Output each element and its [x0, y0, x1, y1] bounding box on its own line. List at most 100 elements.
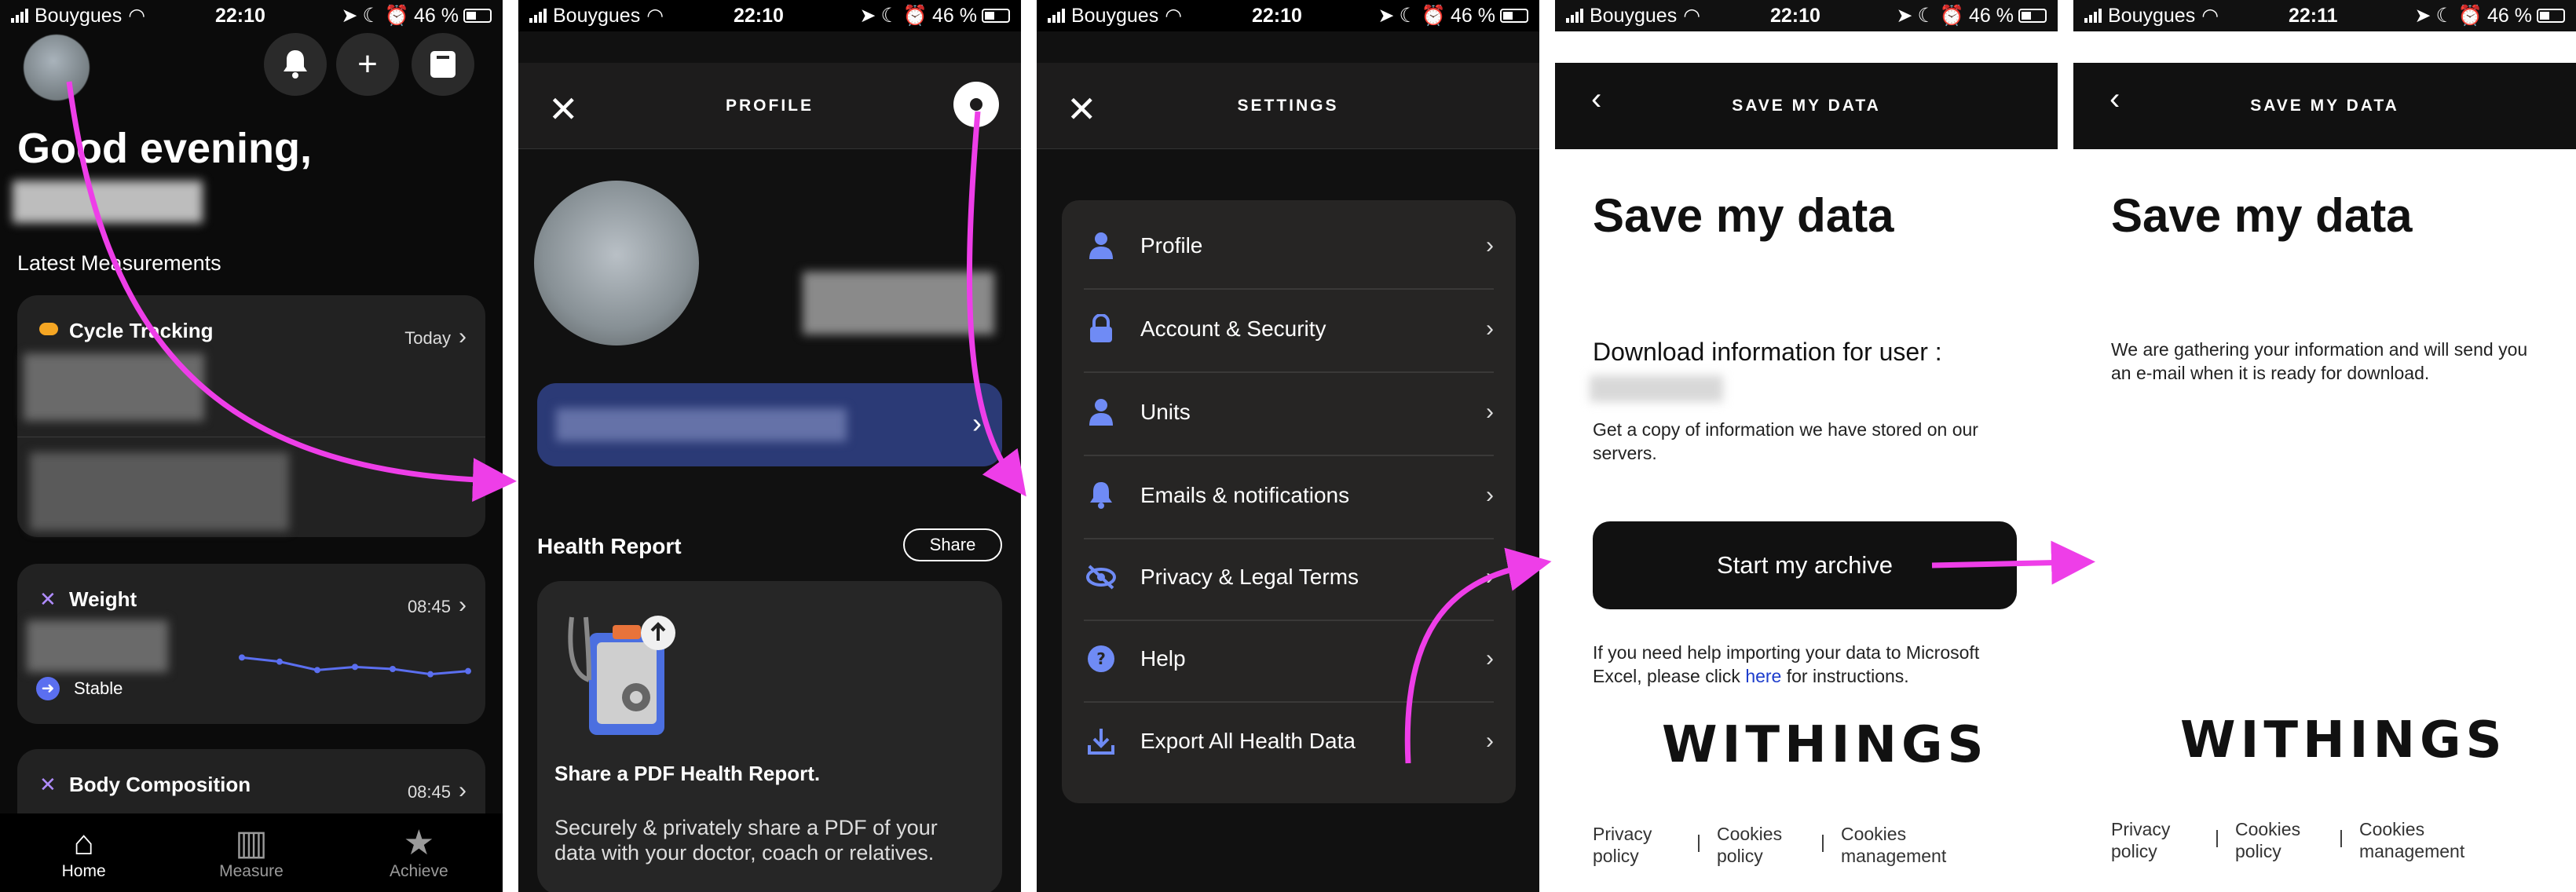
signal-icon — [1566, 9, 1583, 23]
battery-label: 46 % — [414, 4, 459, 27]
wifi-icon: ◠ — [1165, 5, 1183, 27]
cookies-policy-link[interactable]: Cookies policy — [2235, 818, 2323, 862]
chevron-right-icon: › — [1486, 232, 1494, 258]
withings-logo: WITHINGS — [1662, 716, 1989, 774]
clock: 22:10 — [734, 4, 784, 27]
carrier-label: Bouygues — [1071, 4, 1159, 27]
moon-icon: ☾ — [362, 5, 380, 27]
gear-icon[interactable] — [958, 86, 994, 122]
alarm-icon: ⏰ — [902, 4, 928, 27]
clock: 22:10 — [1770, 4, 1820, 27]
tab-achieve[interactable]: ★ Achieve — [364, 824, 474, 881]
user-email-redacted — [1590, 375, 1723, 402]
settings-item-label: Emails & notifications — [1140, 483, 1350, 507]
svg-text:?: ? — [1096, 649, 1106, 668]
add-button[interactable]: + — [336, 33, 399, 96]
avatar[interactable] — [534, 181, 699, 345]
tab-label: Measure — [219, 862, 284, 880]
status-bar: Bouygues ◠ 22:11 ➤ ☾ ⏰ 46 % — [2073, 0, 2576, 31]
subscription-banner[interactable]: › — [537, 383, 1002, 466]
status-bar: Bouygues ◠ 22:10 ➤ ☾ ⏰ 46 % — [0, 0, 503, 31]
chevron-right-icon: › — [1486, 399, 1494, 425]
card-title: Cycle Tracking — [69, 319, 214, 342]
star-icon: ★ — [403, 824, 435, 862]
divider: | — [2338, 827, 2344, 847]
settings-item-profile[interactable]: Profile › — [1084, 203, 1494, 290]
clock: 22:11 — [2289, 4, 2338, 27]
lock-icon — [1084, 312, 1118, 346]
bell-icon — [1084, 478, 1118, 513]
battery-icon — [2018, 9, 2047, 23]
banner-text-redacted — [556, 408, 847, 441]
health-report-card[interactable]: Share a PDF Health Report. Securely & pr… — [537, 581, 1002, 892]
plus-icon: + — [357, 45, 378, 83]
back-arrow-icon[interactable]: ‹ — [2109, 82, 2120, 117]
avatar[interactable] — [24, 35, 90, 101]
cycle-chart-redacted — [30, 452, 289, 531]
settings-item-emails-notifications[interactable]: Emails & notifications › — [1084, 453, 1494, 539]
home-screen: Bouygues ◠ 22:10 ➤ ☾ ⏰ 46 % + Good eveni… — [0, 0, 503, 892]
settings-item-export-all-health-data[interactable]: Export All Health Data › — [1084, 698, 1494, 784]
sparkline-point — [465, 667, 471, 674]
tab-label: Achieve — [389, 862, 448, 880]
privacy-policy-link[interactable]: Privacy policy — [2111, 818, 2199, 862]
chevron-right-icon: › — [459, 777, 467, 803]
cookies-management-link[interactable]: Cookies management — [2359, 818, 2485, 862]
sparkline-point — [239, 654, 245, 661]
tab-measure[interactable]: ▥ Measure — [196, 824, 306, 881]
eye-slash-icon — [1084, 560, 1118, 594]
settings-item-privacy-legal-terms[interactable]: Privacy & Legal Terms › — [1084, 535, 1494, 621]
cookies-management-link[interactable]: Cookies management — [1841, 823, 1967, 867]
share-button[interactable]: Share — [903, 528, 1002, 561]
card-time: 08:45 — [407, 782, 451, 802]
cycle-tracking-card[interactable]: Cycle Tracking Today › — [17, 295, 485, 537]
battery-label: 46 % — [2487, 4, 2532, 27]
battery-icon — [463, 9, 492, 23]
privacy-policy-link[interactable]: Privacy policy — [1593, 823, 1681, 867]
save-data-screen: Bouygues ◠ 22:10 ➤ ☾ ⏰ 46 % SAVE MY DATA… — [1555, 0, 2058, 892]
settings-item-units[interactable]: Units › — [1084, 370, 1494, 456]
notifications-button[interactable] — [264, 33, 327, 96]
help-link[interactable]: here — [1745, 666, 1781, 686]
settings-item-label: Profile — [1140, 233, 1203, 258]
user-name-redacted — [803, 272, 994, 334]
alarm-icon: ⏰ — [384, 4, 410, 27]
settings-item-help[interactable]: ? Help › — [1084, 616, 1494, 703]
carrier-label: Bouygues — [1590, 4, 1678, 27]
close-icon[interactable]: ✕ — [548, 88, 579, 130]
settings-item-label: Account & Security — [1140, 316, 1326, 341]
sparkline-point — [352, 664, 358, 671]
tab-home[interactable]: ⌂ Home — [29, 824, 139, 881]
trend-arrow-icon: ➜ — [36, 677, 60, 700]
wifi-icon: ◠ — [2201, 5, 2219, 27]
back-arrow-icon[interactable]: ‹ — [1591, 82, 1601, 117]
status-bar: Bouygues ◠ 22:10 ➤ ☾ ⏰ 46 % — [1037, 0, 1539, 31]
start-archive-button[interactable]: Start my archive — [1593, 521, 2017, 609]
card-time: Today — [404, 328, 451, 348]
weight-card[interactable]: ✕ Weight 08:45 › ➜ Stable — [17, 564, 485, 724]
latest-measurements-label: Latest Measurements — [17, 251, 221, 275]
profile-screen: Bouygues ◠ 22:10 ➤ ☾ ⏰ 46 % PROFILE ✕ › … — [518, 0, 1021, 892]
cookies-policy-link[interactable]: Cookies policy — [1717, 823, 1805, 867]
cycle-value-redacted — [24, 353, 204, 421]
footer-links: Privacy policy | Cookies policy | Cookies … — [1593, 823, 1967, 867]
device-button[interactable] — [412, 33, 474, 96]
withings-logo: WITHINGS — [2180, 711, 2507, 770]
page-title: PROFILE — [518, 63, 1021, 149]
scale-icon — [430, 51, 456, 78]
chevron-right-icon: › — [1486, 482, 1494, 508]
settings-item-account-security[interactable]: Account & Security › — [1084, 287, 1494, 373]
weight-value-redacted — [27, 620, 168, 672]
close-icon[interactable]: ✕ — [1067, 88, 1097, 130]
settings-item-label: Privacy & Legal Terms — [1140, 565, 1359, 589]
person-icon — [1084, 395, 1118, 430]
help-icon: ? — [1084, 642, 1118, 676]
chevron-right-icon: › — [1486, 316, 1494, 342]
user-name-redacted — [13, 181, 203, 223]
chevron-right-icon: › — [1486, 728, 1494, 754]
sparkline-point — [276, 658, 283, 665]
signal-icon — [2084, 9, 2102, 23]
confirmation-message: We are gathering your information and wi… — [2111, 339, 2528, 383]
location-icon: ➤ — [2414, 5, 2431, 27]
copy-description: Get a copy of information we have stored… — [1593, 419, 1978, 463]
